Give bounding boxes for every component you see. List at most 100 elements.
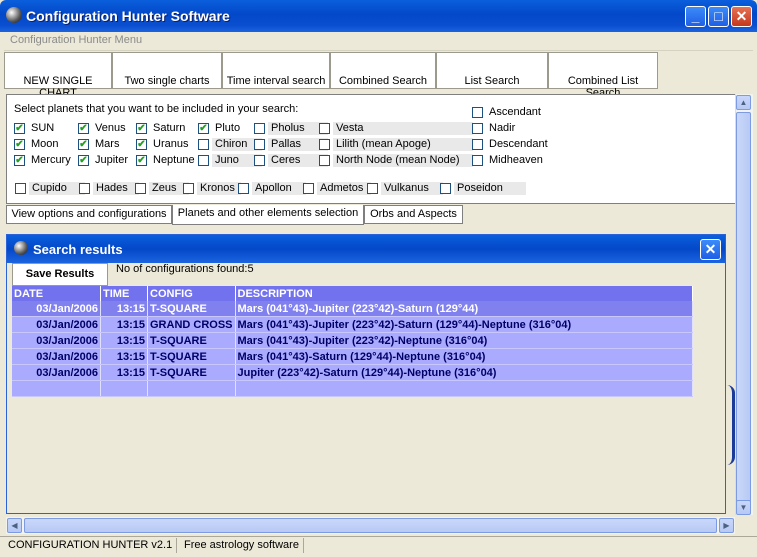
cell-config: T-SQUARE	[147, 348, 236, 365]
scroll-left-button[interactable]: ◀	[7, 518, 22, 533]
cell-time: 13:15	[100, 316, 148, 333]
globe-icon[interactable]	[6, 7, 22, 23]
table-row[interactable]: 03/Jan/2006 13:15 T-SQUARE Mars (041°43)…	[12, 301, 694, 317]
checkbox-pholus[interactable]	[254, 123, 265, 134]
checkbox-label: Apollon	[252, 182, 306, 195]
checkbox-vesta[interactable]	[319, 123, 330, 134]
combined-search-button[interactable]: Combined Search	[330, 52, 436, 89]
checkbox-nadir[interactable]	[472, 123, 483, 134]
column-header-description[interactable]: DESCRIPTION	[235, 286, 694, 301]
time-interval-search-button[interactable]: Time interval search	[222, 52, 330, 89]
checkbox-venus[interactable]: ✔	[78, 123, 89, 134]
checkbox-label: Vesta	[333, 122, 473, 135]
column-header-config[interactable]: CONFIG	[147, 286, 236, 301]
tab-orbs-aspects[interactable]: Orbs and Aspects	[364, 205, 463, 224]
cell-date: 03/Jan/2006	[12, 316, 101, 333]
checkbox-label: Moon	[31, 138, 59, 150]
checkbox-label: Poseidon	[454, 182, 526, 195]
globe-icon	[14, 241, 28, 255]
table-row[interactable]: 03/Jan/2006 13:15 T-SQUARE Mars (041°43)…	[12, 348, 694, 365]
checkbox-label: Ascendant	[489, 106, 541, 118]
checkbox-neptune[interactable]: ✔	[136, 155, 147, 166]
checkbox-juno[interactable]	[198, 155, 209, 166]
checkbox-ceres[interactable]	[254, 155, 265, 166]
cell-empty	[12, 380, 101, 397]
results-close-button[interactable]: ✕	[700, 239, 721, 260]
two-single-charts-button[interactable]: Two single charts	[112, 52, 222, 89]
close-button[interactable]: ✕	[731, 6, 752, 27]
checkbox-moon[interactable]: ✔	[14, 139, 25, 150]
list-search-button[interactable]: List Search	[436, 52, 548, 89]
checkbox-label: Lilith (mean Apoge)	[333, 138, 473, 151]
checkbox-pluto[interactable]: ✔	[198, 123, 209, 134]
scroll-down-button[interactable]: ▼	[736, 500, 751, 515]
cell-description: Jupiter (223°42)-Saturn (129°44)-Neptune…	[235, 364, 694, 381]
scroll-up-button[interactable]: ▲	[736, 95, 751, 110]
configurations-count: No of configurations found:5	[116, 263, 254, 275]
table-row[interactable]: 03/Jan/2006 13:15 GRAND CROSS Mars (041°…	[12, 316, 694, 333]
checkbox-label: Descendant	[489, 138, 548, 150]
window-title: Configuration Hunter Software	[26, 8, 230, 24]
checkbox-apollon[interactable]	[238, 183, 249, 194]
checkbox-label: Admetos	[317, 182, 371, 195]
checkbox-label: Hades	[93, 182, 139, 195]
cell-time: 13:15	[100, 332, 148, 349]
checkbox-jupiter[interactable]: ✔	[78, 155, 89, 166]
selection-caption: Select planets that you want to be inclu…	[14, 103, 299, 115]
checkbox-label: Midheaven	[489, 154, 543, 166]
table-row[interactable]: 03/Jan/2006 13:15 T-SQUARE Mars (041°43)…	[12, 332, 694, 349]
results-table[interactable]: DATE TIME CONFIG DESCRIPTION 03/Jan/2006…	[12, 286, 694, 397]
cell-description: Mars (041°43)-Jupiter (223°42)-Saturn (1…	[235, 316, 694, 333]
checkbox-cupido[interactable]	[15, 183, 26, 194]
column-header-time[interactable]: TIME	[100, 286, 148, 301]
checkbox-label: SUN	[31, 122, 55, 134]
scroll-right-button[interactable]: ▶	[719, 518, 734, 533]
checkbox-zeus[interactable]	[135, 183, 146, 194]
cell-time: 13:15	[100, 364, 148, 381]
tab-view-options[interactable]: View options and configurations	[6, 205, 172, 224]
checkbox-lilith-mean-apoge[interactable]	[319, 139, 330, 150]
status-app-name: CONFIGURATION HUNTER v2.1	[4, 538, 178, 553]
cell-description: Mars (041°43)-Jupiter (223°42)-Neptune (…	[235, 332, 694, 349]
checkbox-descendant[interactable]	[472, 139, 483, 150]
new-single-chart-button[interactable]: NEW SINGLE CHART	[4, 52, 112, 99]
save-results-button[interactable]: Save Results	[12, 263, 108, 286]
cell-time: 13:15	[100, 348, 148, 365]
checkbox-uranus[interactable]: ✔	[136, 139, 147, 150]
menu-item-configuration-hunter[interactable]: Configuration Hunter Menu	[10, 34, 142, 46]
checkbox-poseidon[interactable]	[440, 183, 451, 194]
menu-bar: Configuration Hunter Menu	[4, 32, 753, 51]
panel-edge	[726, 385, 735, 465]
checkbox-chiron[interactable]	[198, 139, 209, 150]
checkbox-pallas[interactable]	[254, 139, 265, 150]
combined-list-search-button[interactable]: Combined List Search	[548, 52, 658, 99]
checkbox-midheaven[interactable]	[472, 155, 483, 166]
checkbox-sun[interactable]: ✔	[14, 123, 25, 134]
horizontal-scroll-thumb[interactable]	[24, 518, 717, 533]
vertical-scroll-thumb[interactable]	[736, 112, 751, 504]
checkbox-label: Vulkanus	[381, 182, 443, 195]
checkbox-saturn[interactable]: ✔	[136, 123, 147, 134]
cell-empty	[100, 380, 148, 397]
checkbox-north-node-mean-node[interactable]	[319, 155, 330, 166]
cell-config: T-SQUARE	[147, 301, 236, 317]
minimize-button[interactable]: _	[685, 6, 706, 27]
table-row-empty[interactable]	[12, 380, 694, 397]
checkbox-ascendant[interactable]	[472, 107, 483, 118]
checkbox-kronos[interactable]	[183, 183, 194, 194]
tab-planets-selection[interactable]: Planets and other elements selection	[172, 205, 364, 225]
column-header-date[interactable]: DATE	[12, 286, 101, 301]
table-row[interactable]: 03/Jan/2006 13:15 T-SQUARE Jupiter (223°…	[12, 364, 694, 381]
checkbox-admetos[interactable]	[303, 183, 314, 194]
checkbox-mars[interactable]: ✔	[78, 139, 89, 150]
cell-time: 13:15	[100, 301, 148, 317]
search-results-title: Search results	[33, 242, 123, 257]
cell-empty	[235, 380, 694, 397]
checkbox-mercury[interactable]: ✔	[14, 155, 25, 166]
checkbox-hades[interactable]	[79, 183, 90, 194]
maximize-button[interactable]: □	[708, 6, 729, 27]
checkbox-vulkanus[interactable]	[367, 183, 378, 194]
checkbox-label: North Node (mean Node)	[333, 154, 473, 167]
cell-date: 03/Jan/2006	[12, 301, 101, 317]
checkbox-label: Nadir	[489, 122, 516, 134]
